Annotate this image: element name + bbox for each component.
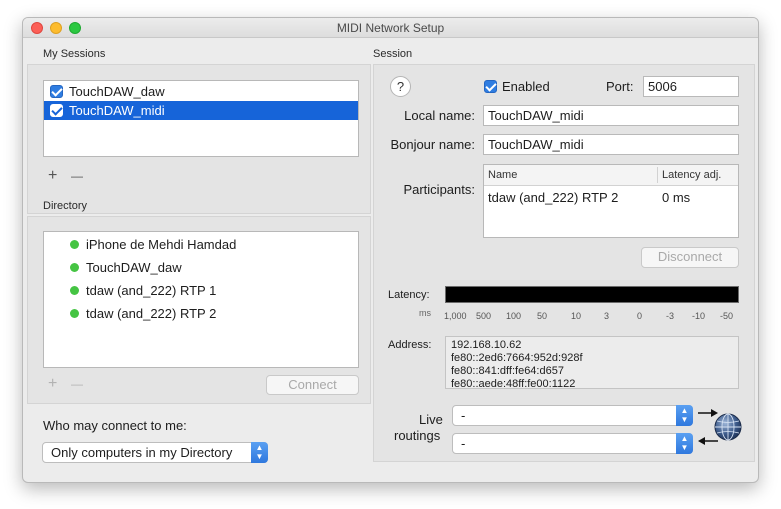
address-label: Address: — [388, 339, 432, 351]
add-session-button[interactable]: + — [48, 168, 57, 184]
latency-tick: -50 — [720, 311, 734, 321]
remove-directory-button[interactable]: — — [71, 376, 83, 392]
address-line: fe80::2ed6:7664:952d:928f — [451, 352, 583, 364]
routing-output-value: - — [461, 436, 466, 451]
zoom-window-button[interactable] — [69, 22, 81, 34]
titlebar: MIDI Network Setup — [23, 18, 758, 38]
disconnect-button[interactable]: Disconnect — [641, 247, 739, 268]
live-routings-label-line1: Live — [419, 412, 443, 427]
session-item-touchdaw-daw[interactable]: TouchDAW_daw — [44, 82, 358, 101]
latency-tick: 3 — [604, 311, 610, 321]
who-may-connect-label: Who may connect to me: — [43, 418, 187, 433]
chevron-updown-icon: ▲ ▼ — [676, 405, 693, 426]
address-line: 192.168.10.62 — [451, 339, 522, 351]
local-name-field[interactable]: TouchDAW_midi — [483, 105, 739, 126]
bonjour-name-label: Bonjour name: — [390, 137, 475, 152]
directory-item-label: TouchDAW_daw — [86, 260, 182, 275]
session-item-label: TouchDAW_midi — [69, 103, 165, 118]
online-status-icon — [70, 309, 79, 318]
participant-latency: 0 ms — [662, 190, 691, 205]
address-line: fe80::aede:48ff:fe00:1122 — [451, 378, 576, 390]
participants-header: Name Latency adj. — [484, 165, 738, 186]
help-button[interactable]: ? — [390, 76, 411, 97]
remove-session-button[interactable]: — — [71, 168, 83, 184]
address-box: 192.168.10.62 fe80::2ed6:7664:952d:928f … — [445, 336, 739, 390]
window-title: MIDI Network Setup — [336, 21, 445, 35]
who-may-connect-value: Only computers in my Directory — [51, 445, 233, 460]
column-header-latency[interactable]: Latency adj. — [658, 165, 721, 185]
participant-name: tdaw (and_222) RTP 2 — [488, 190, 619, 205]
who-may-connect-select[interactable]: Only computers in my Directory ▲ ▼ — [42, 442, 268, 463]
routing-input-select[interactable]: - ▲ ▼ — [452, 405, 693, 426]
participants-label: Participants: — [403, 182, 475, 197]
session-enabled-checkbox[interactable] — [50, 85, 63, 98]
my-sessions-label: My Sessions — [43, 48, 106, 60]
midi-network-setup-window: MIDI Network Setup My Sessions TouchDAW_… — [22, 17, 759, 483]
routing-output-select[interactable]: - ▲ ▼ — [452, 433, 693, 454]
chevron-updown-icon: ▲ ▼ — [251, 442, 268, 463]
connect-button[interactable]: Connect — [266, 375, 359, 395]
directory-item-label: iPhone de Mehdi Hamdad — [86, 237, 237, 252]
column-header-name[interactable]: Name — [484, 165, 517, 185]
latency-tick: 500 — [476, 311, 492, 321]
port-label: Port: — [606, 79, 634, 94]
session-enabled-checkbox[interactable] — [50, 104, 63, 117]
address-line: fe80::841:dff:fe64:d657 — [451, 365, 564, 377]
bonjour-name-field[interactable]: TouchDAW_midi — [483, 134, 739, 155]
local-name-label: Local name: — [404, 108, 475, 123]
live-routings-label-line2: routings — [394, 428, 441, 443]
online-status-icon — [70, 263, 79, 272]
latency-tick: 10 — [571, 311, 582, 321]
session-label: Session — [373, 48, 413, 60]
directory-panel: iPhone de Mehdi Hamdad TouchDAW_daw tdaw… — [27, 216, 371, 404]
add-directory-button[interactable]: + — [48, 376, 57, 392]
my-sessions-list[interactable]: TouchDAW_daw TouchDAW_midi — [43, 80, 359, 157]
network-globe-icon — [714, 413, 742, 441]
directory-list[interactable]: iPhone de Mehdi Hamdad TouchDAW_daw tdaw… — [43, 231, 359, 368]
latency-tick: 50 — [537, 311, 548, 321]
latency-tick: 1,000 — [444, 311, 467, 321]
latency-label: Latency: — [388, 289, 430, 301]
close-window-button[interactable] — [31, 22, 43, 34]
chevron-updown-icon: ▲ ▼ — [676, 433, 693, 454]
directory-label: Directory — [43, 200, 88, 212]
enabled-checkbox[interactable] — [484, 80, 497, 93]
participant-row[interactable]: tdaw (and_222) RTP 2 0 ms — [484, 188, 738, 208]
minimize-window-button[interactable] — [50, 22, 62, 34]
directory-item[interactable]: tdaw (and_222) RTP 1 — [44, 279, 358, 302]
my-sessions-panel: TouchDAW_daw TouchDAW_midi + — — [27, 64, 371, 214]
online-status-icon — [70, 240, 79, 249]
directory-item[interactable]: iPhone de Mehdi Hamdad — [44, 233, 358, 256]
directory-item-label: tdaw (and_222) RTP 1 — [86, 283, 217, 298]
enabled-label: Enabled — [502, 79, 550, 94]
directory-item[interactable]: TouchDAW_daw — [44, 256, 358, 279]
latency-tick: -10 — [692, 311, 706, 321]
directory-item-label: tdaw (and_222) RTP 2 — [86, 306, 217, 321]
participants-table[interactable]: Name Latency adj. tdaw (and_222) RTP 2 0… — [483, 164, 739, 238]
session-item-touchdaw-midi[interactable]: TouchDAW_midi — [44, 101, 358, 120]
latency-meter — [445, 286, 739, 303]
latency-tick: 100 — [506, 311, 522, 321]
directory-item[interactable]: tdaw (and_222) RTP 2 — [44, 302, 358, 325]
online-status-icon — [70, 286, 79, 295]
routing-input-value: - — [461, 408, 466, 423]
latency-tick: 0 — [637, 311, 643, 321]
port-field[interactable]: 5006 — [643, 76, 739, 97]
session-panel: ? Enabled Port: 5006 Local name: TouchDA… — [373, 64, 755, 462]
latency-tick: -3 — [666, 311, 675, 321]
session-item-label: TouchDAW_daw — [69, 84, 165, 99]
latency-unit: ms — [419, 308, 431, 318]
